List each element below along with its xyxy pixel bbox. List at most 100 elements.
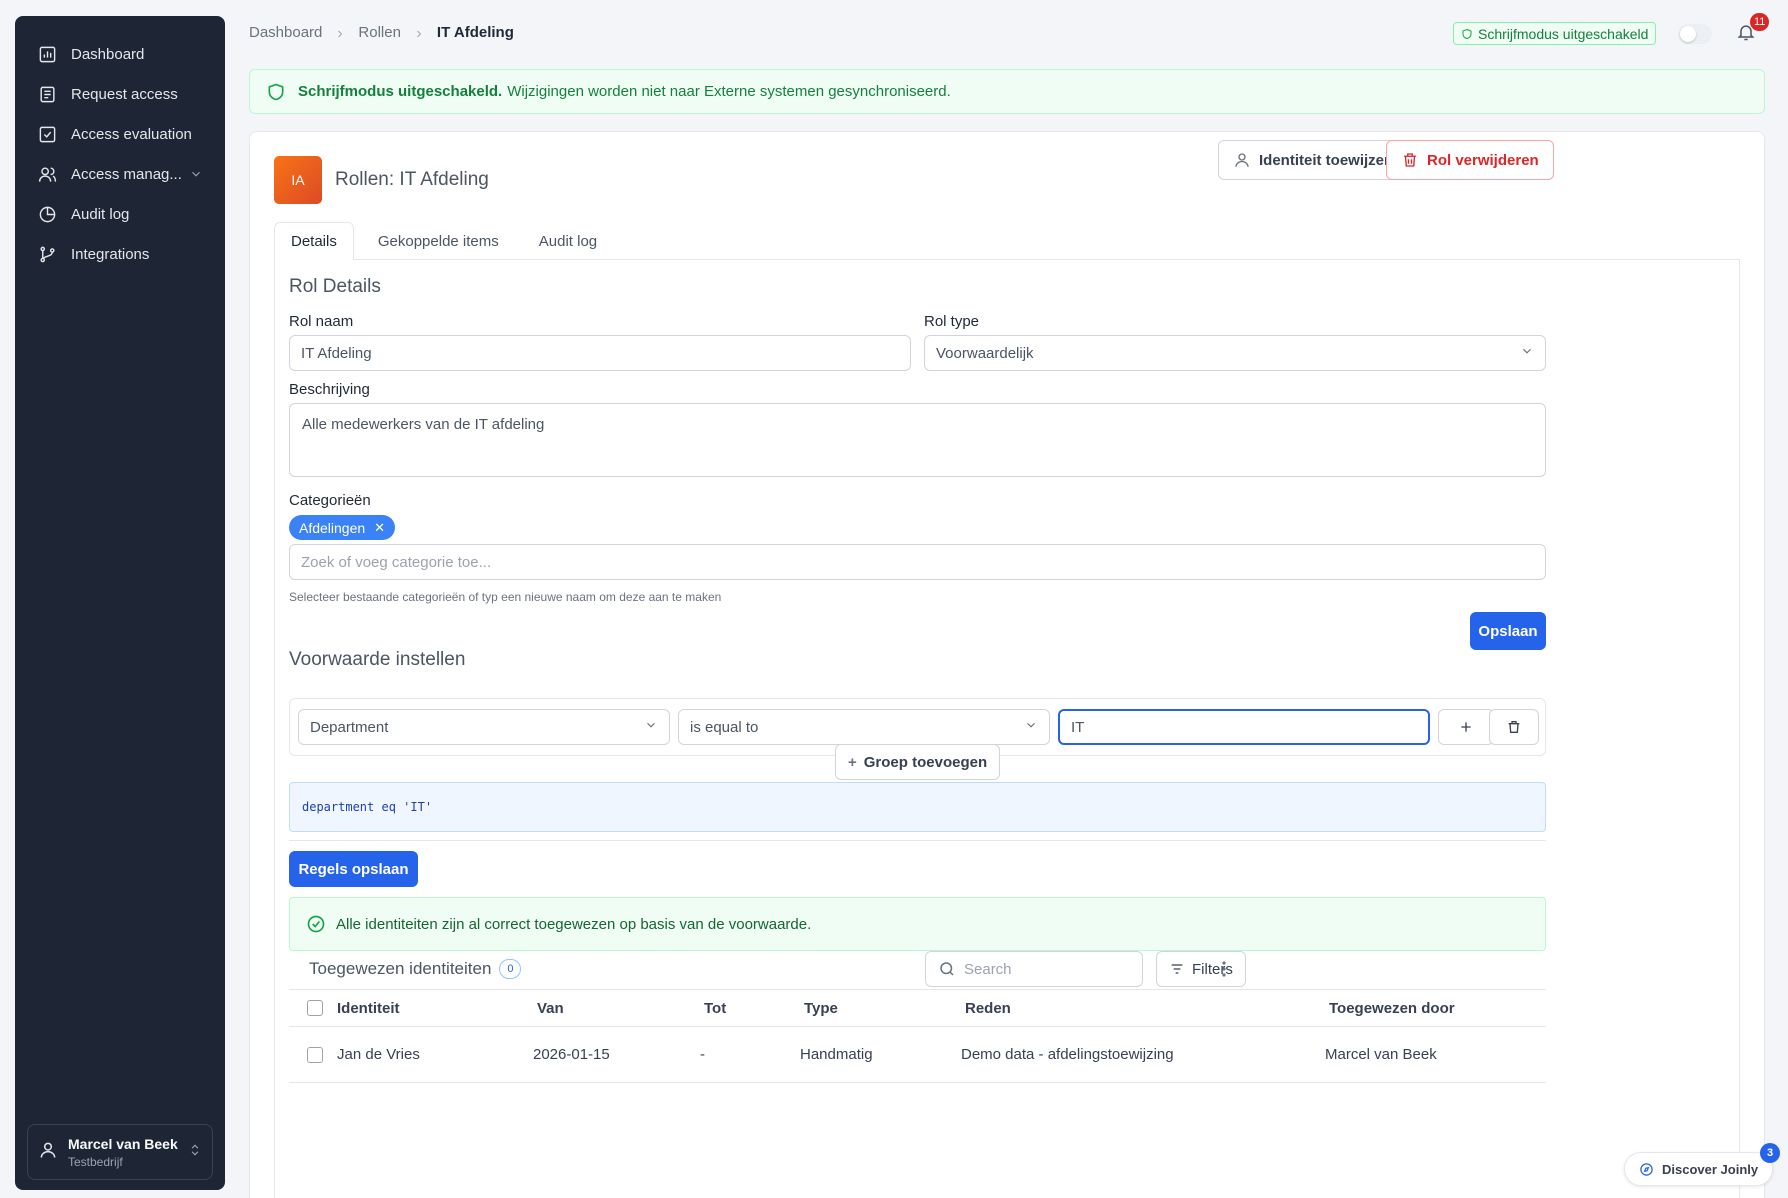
chevron-down-icon[interactable] (189, 167, 203, 181)
page-title: Rollen: IT Afdeling (335, 169, 489, 190)
user-name: Marcel van Beek (68, 1135, 178, 1152)
shield-icon (1462, 28, 1472, 39)
chevron-right-icon (334, 27, 346, 39)
check-circle-icon (307, 915, 325, 933)
search-placeholder: Search (964, 960, 1012, 978)
chevrons-up-down-icon (188, 1143, 202, 1162)
discover-joinly-button[interactable]: Discover Joinly 3 (1624, 1143, 1781, 1186)
assign-identity-button[interactable]: Identiteit toewijzen (1218, 140, 1409, 180)
sidebar-nav: Dashboard Request access Access evaluati… (15, 16, 225, 274)
sidebar-item-access-management[interactable]: Access manag... (15, 154, 225, 194)
column-to[interactable]: Tot (704, 990, 726, 1026)
sidebar-item-label: Audit log (71, 205, 130, 223)
notifications-button[interactable]: 11 (1736, 13, 1770, 46)
identity-link[interactable]: Jan de Vries (337, 1027, 420, 1082)
user-menu[interactable]: Marcel van Beek Testbedrijf (27, 1124, 213, 1180)
category-chip: Afdelingen ✕ (289, 515, 396, 540)
role-avatar: IA (274, 156, 322, 204)
plus-icon (1461, 722, 1471, 732)
assigned-count-badge: 0 (499, 959, 522, 979)
select-all-checkbox[interactable] (307, 1000, 323, 1016)
role-type-select[interactable]: Voorwaardelijk (924, 335, 1546, 371)
save-button[interactable]: Opslaan (1470, 612, 1546, 650)
add-condition-button[interactable] (1438, 709, 1494, 745)
sidebar-item-dashboard[interactable]: Dashboard (15, 34, 225, 74)
tabs: Details Gekoppelde items Audit log (274, 222, 1740, 261)
alert-title: Schrijfmodus uitgeschakeld. (298, 83, 503, 100)
add-group-label: Groep toevoegen (863, 753, 988, 771)
select-all-cell (307, 990, 323, 1026)
cell-reason: Demo data - afdelingstoewijzing (961, 1046, 1174, 1063)
tab-details[interactable]: Details (274, 222, 354, 261)
delete-condition-button[interactable] (1489, 709, 1539, 745)
search-input[interactable]: Search (925, 951, 1143, 987)
sidebar-item-access-evaluation[interactable]: Access evaluation (15, 114, 225, 154)
tab-linked-items[interactable]: Gekoppelde items (362, 222, 515, 260)
section-title-condition: Voorwaarde instellen (289, 649, 466, 670)
check-square-icon (37, 124, 57, 144)
description-label: Beschrijving (289, 381, 370, 398)
save-rules-button[interactable]: Regels opslaan (289, 851, 418, 887)
cell-from: 2026-01-15 (533, 1046, 610, 1063)
write-mode-alert: Schrijfmodus uitgeschakeld. Wijzigingen … (249, 69, 1765, 114)
success-alert: Alle identiteiten zijn al correct toegew… (289, 897, 1546, 951)
condition-field-select[interactable]: Department (298, 709, 670, 745)
sidebar-item-integrations[interactable]: Integrations (15, 234, 225, 274)
chevron-down-icon (1024, 718, 1038, 736)
column-assigned-by[interactable]: Toegewezen door (1329, 990, 1455, 1026)
breadcrumb-rollen[interactable]: Rollen (358, 24, 401, 41)
role-name-input[interactable]: IT Afdeling (289, 335, 911, 371)
chevron-down-icon (644, 718, 658, 736)
column-from[interactable]: Van (537, 990, 564, 1026)
category-help-text: Selecteer bestaande categorieën of typ e… (289, 590, 722, 604)
divider (289, 840, 1546, 841)
role-name-value: IT Afdeling (301, 344, 372, 362)
sidebar-item-audit-log[interactable]: Audit log (15, 194, 225, 234)
remove-chip-icon[interactable]: ✕ (374, 520, 385, 536)
description-textarea[interactable]: Alle medewerkers van de IT afdeling (289, 403, 1546, 477)
cell-assigned-by: Marcel van Beek (1325, 1046, 1437, 1063)
write-mode-label: Schrijfmodus uitgeschakeld (1478, 25, 1649, 42)
breadcrumb-dashboard[interactable]: Dashboard (249, 24, 322, 41)
discover-badge: 3 (1760, 1143, 1781, 1163)
table-row: Jan de Vries 2026-01-15 - Handmatig Demo… (289, 1027, 1546, 1083)
delete-role-button[interactable]: Rol verwijderen (1386, 140, 1554, 180)
trash-icon (1508, 721, 1520, 733)
sidebar-item-label: Dashboard (71, 45, 145, 63)
sidebar: Dashboard Request access Access evaluati… (15, 16, 225, 1190)
chevron-down-icon (1520, 344, 1534, 362)
write-mode-toggle[interactable] (1678, 24, 1712, 44)
role-header: IA Rollen: IT Afdeling (274, 156, 489, 204)
sidebar-item-label: Access manag... (71, 165, 182, 183)
category-search-input[interactable]: Zoek of voeg categorie toe... (289, 544, 1546, 580)
cell-to: - (700, 1046, 705, 1063)
role-card: IA Rollen: IT Afdeling Identiteit toewij… (249, 131, 1765, 1198)
column-type[interactable]: Type (804, 990, 838, 1026)
condition-operator-value: is equal to (690, 718, 759, 736)
pie-chart-icon (37, 204, 57, 224)
row-select-cell (307, 1027, 323, 1082)
trash-icon (1404, 153, 1416, 167)
column-reason[interactable]: Reden (965, 990, 1011, 1026)
sidebar-item-label: Integrations (71, 245, 150, 263)
role-type-label: Rol type (924, 313, 980, 330)
breadcrumb-current: IT Afdeling (436, 24, 514, 41)
notification-count: 11 (1750, 13, 1770, 31)
category-placeholder: Zoek of voeg categorie toe... (301, 553, 492, 571)
more-options-icon[interactable] (1214, 958, 1234, 980)
condition-value: IT (1071, 718, 1085, 736)
condition-operator-select[interactable]: is equal to (678, 709, 1050, 745)
chevron-right-icon (413, 27, 425, 39)
users-icon (37, 164, 57, 184)
assigned-title-text: Toegewezen identiteiten (309, 959, 492, 978)
column-identity[interactable]: Identiteit (337, 990, 400, 1026)
sidebar-item-request-access[interactable]: Request access (15, 74, 225, 114)
tab-audit-log[interactable]: Audit log (523, 222, 613, 260)
breadcrumb: Dashboard Rollen IT Afdeling (249, 24, 514, 41)
add-group-button[interactable]: + Groep toevoegen (835, 744, 1001, 780)
condition-value-input[interactable]: IT (1058, 709, 1430, 745)
expression-text: department eq 'IT' (302, 800, 433, 814)
categories-label: Categorieën (289, 492, 371, 509)
row-checkbox[interactable] (307, 1046, 323, 1063)
section-title-role-details: Rol Details (289, 276, 381, 297)
